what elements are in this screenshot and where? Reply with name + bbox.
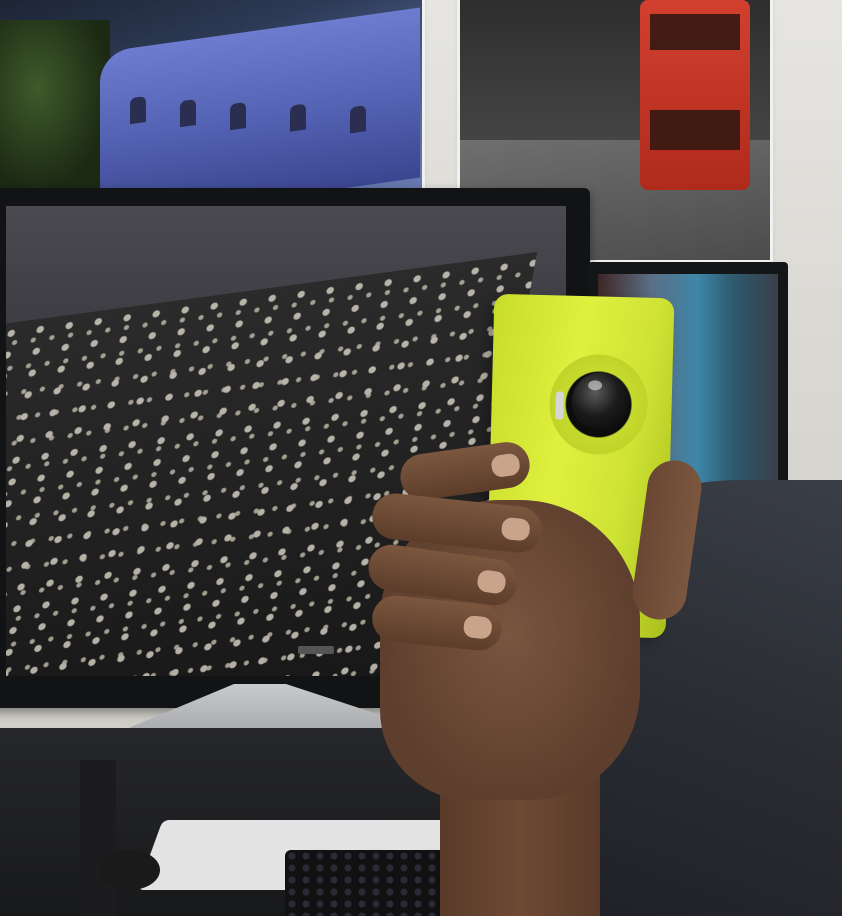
building-window — [230, 101, 246, 131]
camera-flash — [555, 391, 564, 420]
desk-leg — [80, 760, 116, 916]
mouse — [100, 850, 160, 890]
bus-window — [650, 14, 740, 50]
building-window — [290, 103, 306, 132]
fingernail — [462, 614, 493, 640]
bus-window — [650, 110, 740, 150]
poster-tree — [0, 20, 110, 190]
fingernail — [476, 568, 507, 595]
building-window — [180, 98, 196, 128]
poster-red-bus — [640, 0, 750, 190]
building-window — [350, 105, 366, 134]
fingernail — [500, 516, 531, 542]
fingernail — [490, 452, 521, 479]
monitor-brand-logo — [298, 646, 334, 654]
poster-building-photo — [0, 0, 422, 210]
building-window — [130, 96, 146, 125]
poster-blue-building — [100, 7, 420, 210]
photo-scene — [0, 0, 842, 916]
